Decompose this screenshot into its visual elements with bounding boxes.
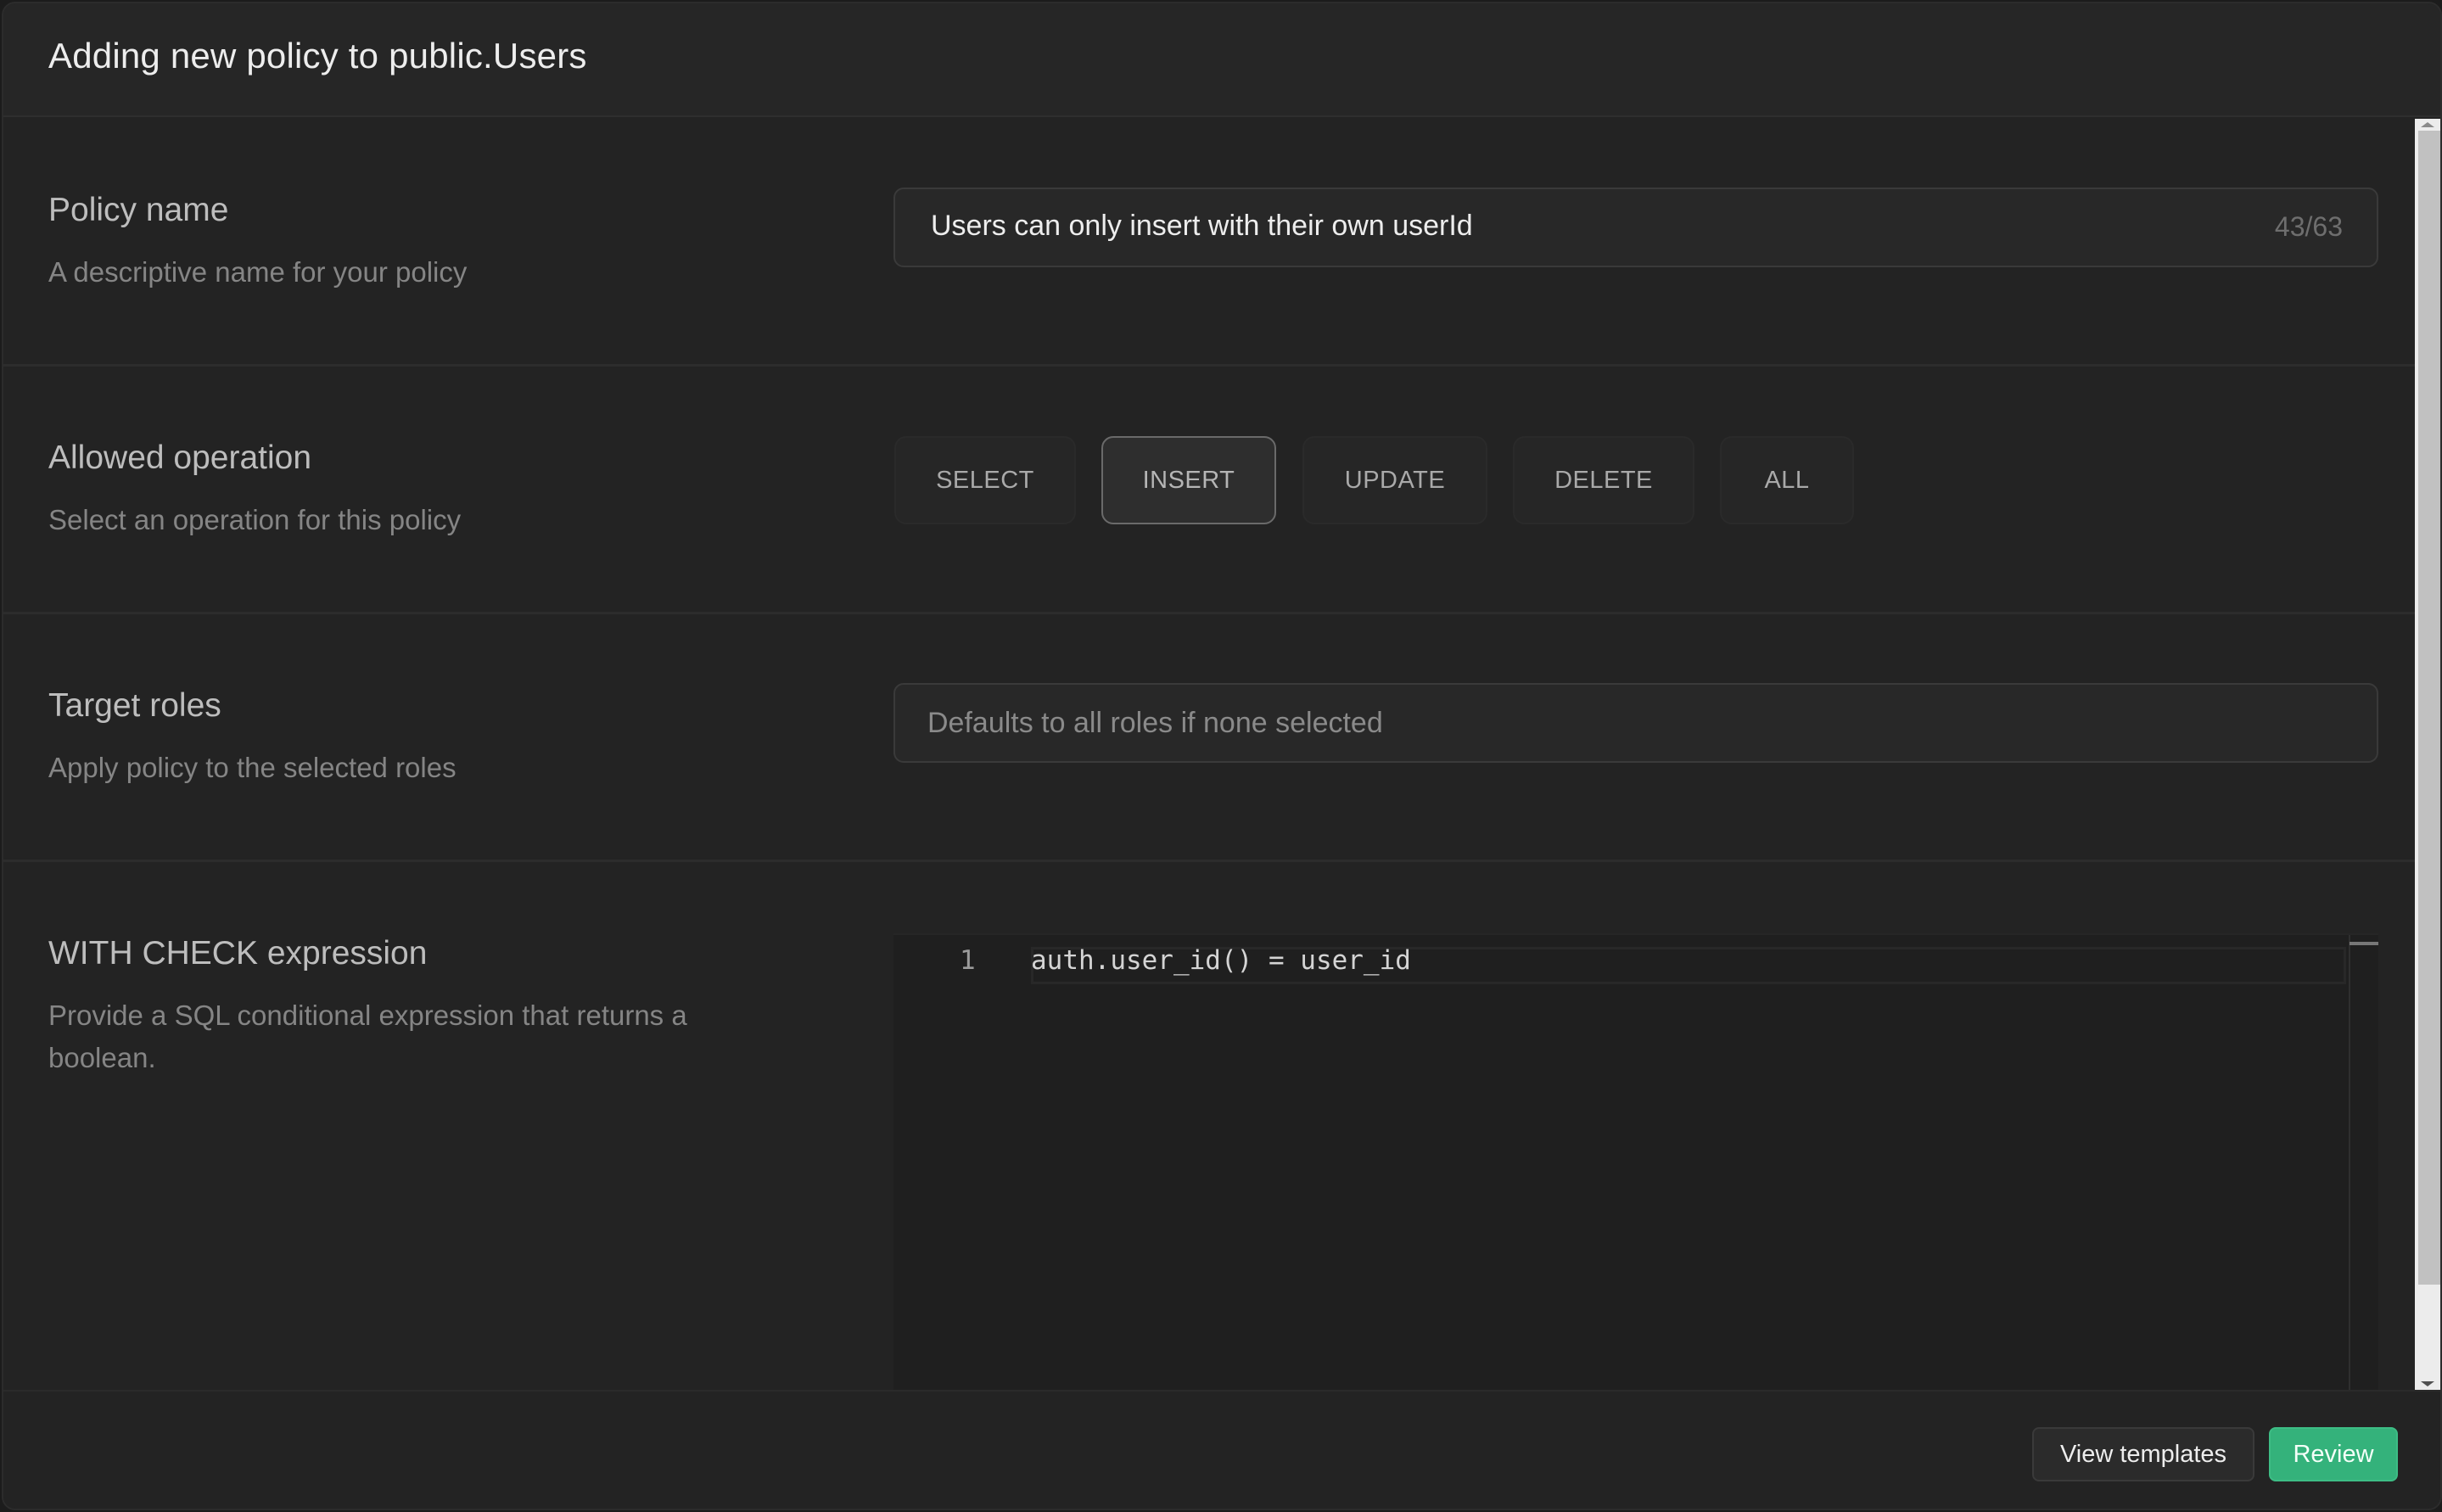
sql-expression-editor[interactable]: 1 auth.user_id() = user_id [893, 933, 2378, 1390]
target-roles-title: Target roles [48, 687, 221, 724]
target-roles-description: Apply policy to the selected roles [48, 752, 456, 783]
editor-overview-ruler [2349, 935, 2350, 1390]
operation-update-button[interactable]: UPDATE [1302, 436, 1487, 524]
content-scrollbar[interactable] [2415, 119, 2440, 1390]
section-target-roles: Target roles Apply policy to the selecte… [3, 614, 2420, 862]
review-button[interactable]: Review [2269, 1427, 2398, 1481]
policy-editor-modal: Adding new policy to public.Users Policy… [2, 2, 2442, 1510]
with-check-title: WITH CHECK expression [48, 935, 428, 972]
allowed-operation-title: Allowed operation [48, 440, 312, 476]
scroll-up-arrow-icon[interactable] [2421, 122, 2434, 127]
operation-insert-button[interactable]: INSERT [1101, 436, 1276, 524]
modal-title: Adding new policy to public.Users [48, 36, 587, 76]
policy-name-description: A descriptive name for your policy [48, 256, 468, 288]
scroll-down-arrow-icon[interactable] [2421, 1381, 2434, 1386]
target-roles-select[interactable]: Defaults to all roles if none selected [893, 683, 2378, 763]
view-templates-button[interactable]: View templates [2032, 1427, 2254, 1481]
operation-select-button[interactable]: SELECT [894, 436, 1076, 524]
policy-name-title: Policy name [48, 192, 229, 228]
with-check-description: Provide a SQL conditional expression tha… [48, 1000, 687, 1073]
line-number: 1 [960, 945, 976, 976]
modal-header: Adding new policy to public.Users [3, 3, 2440, 117]
modal-content: Policy name A descriptive name for your … [3, 119, 2420, 1390]
policy-name-value: Users can only insert with their own use… [931, 210, 1473, 242]
editor-scroll-indicator[interactable] [2350, 942, 2378, 945]
target-roles-placeholder: Defaults to all roles if none selected [927, 707, 1383, 739]
scrollbar-thumb[interactable] [2418, 131, 2440, 1285]
allowed-operation-description: Select an operation for this policy [48, 504, 462, 535]
section-policy-name: Policy name A descriptive name for your … [3, 119, 2420, 367]
modal-footer: View templates Review [3, 1390, 2440, 1509]
operation-delete-button[interactable]: DELETE [1513, 436, 1694, 524]
policy-name-input[interactable]: Users can only insert with their own use… [893, 188, 2378, 267]
character-counter: 43/63 [2274, 211, 2343, 242]
operation-all-button[interactable]: ALL [1720, 436, 1854, 524]
code-line[interactable]: auth.user_id() = user_id [1031, 945, 1411, 976]
